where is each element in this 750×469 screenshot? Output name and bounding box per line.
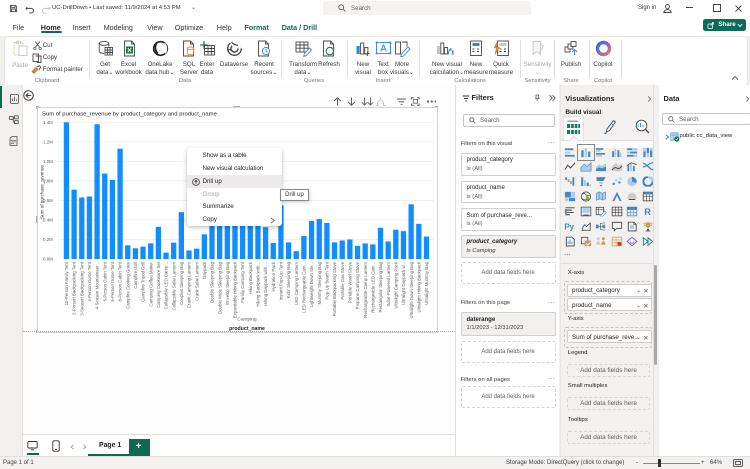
svg-text:Ultralight Daypack w...: Ultralight Daypack w... <box>401 262 406 305</box>
svg-text:Portable Backpacking Stove: Portable Backpacking Stove <box>332 261 337 316</box>
svg-text:Pop-Up Beach Tent: Pop-Up Beach Tent <box>324 261 329 299</box>
svg-text:1.2M: 1.2M <box>43 139 53 144</box>
svg-text:6-Person Dome Tent: 6-Person Dome Tent <box>110 261 115 302</box>
svg-text:Rechargeable Camp Lantern: Rechargeable Camp Lantern <box>363 261 368 317</box>
svg-text:4-Person Dome Tent: 4-Person Dome Tent <box>87 261 92 302</box>
svg-text:2-Person Backpacking Tent: 2-Person Backpacking Tent <box>72 261 77 315</box>
svg-text:Hydration Pack: Hydration Pack <box>271 261 276 291</box>
svg-text:Crank Solar Lantern: Crank Solar Lantern <box>194 261 199 300</box>
svg-text:Ultralight Camping Pack: Ultralight Camping Pack <box>393 261 398 308</box>
svg-text:Collapsible Solar Lantern: Collapsible Solar Lantern <box>171 261 176 310</box>
svg-text:LED Rechargeable Cam...: LED Rechargeable Cam... <box>302 262 307 313</box>
svg-text:Campfire Cooking Grate: Campfire Cooking Grate <box>125 261 130 308</box>
svg-text:Kids' Sleeping Bag: Kids' Sleeping Bag <box>286 261 291 298</box>
svg-text:10-Person Family Tent: 10-Person Family Tent <box>64 261 69 305</box>
svg-text:Camping: Camping <box>237 317 257 323</box>
svg-text:Crank Camping Lantern: Crank Camping Lantern <box>187 261 192 308</box>
svg-text:8-Person Cabin Tent: 8-Person Cabin Tent <box>118 261 123 301</box>
svg-text:Lightweight Down Sle...: Lightweight Down Sle... <box>309 262 314 307</box>
svg-text:Envelop Sleeping Bag: Envelop Sleeping Bag <box>225 261 230 304</box>
svg-text:Hiking Backpack: Hiking Backpack <box>248 261 253 294</box>
svg-text:Campfire Grill: Campfire Grill <box>133 262 138 289</box>
svg-text:Sum of purchase_revenue: Sum of purchase_revenue <box>40 165 45 219</box>
svg-text:Ultralight Mummy Bag: Ultralight Mummy Bag <box>424 261 429 304</box>
svg-text:LED Camping Lantern: LED Camping Lantern <box>294 261 299 305</box>
svg-text:Py: Py <box>565 222 575 231</box>
svg-text:Camping Coffee Maker: Camping Coffee Maker <box>148 261 153 306</box>
svg-text:Rectangular Sleeping Bag: Rectangular Sleeping Bag <box>378 261 383 312</box>
svg-text:0.2M: 0.2M <box>43 237 53 242</box>
svg-text:Hiking Backpack with...: Hiking Backpack with... <box>256 262 261 307</box>
svg-text:Campfire Tripod Grill: Campfire Tripod Grill <box>141 262 146 302</box>
svg-text:Couples Sleeping Bag: Couples Sleeping Bag <box>179 261 184 305</box>
svg-text:Double Sleeping Bag: Double Sleeping Bag <box>210 261 215 302</box>
svg-text:R: R <box>644 207 651 216</box>
svg-text:6-Person Cabin Tent: 6-Person Cabin Tent <box>102 261 107 301</box>
svg-text:0.6M: 0.6M <box>43 198 53 203</box>
svg-text:1.0M: 1.0M <box>43 159 53 164</box>
svg-text:Collapsible LED Camp...: Collapsible LED Camp... <box>164 262 169 309</box>
svg-text:Solar-Powered Lantern: Solar-Powered Lantern <box>386 261 391 306</box>
svg-text:1.4M: 1.4M <box>43 120 53 125</box>
svg-text:Propane Camping Stove: Propane Camping Stove <box>355 261 360 309</box>
svg-text:4-Season Mountaineer...: 4-Season Mountaineer... <box>95 262 100 309</box>
svg-text:Rechargeable LED Cam...: Rechargeable LED Cam... <box>370 262 375 313</box>
svg-text:Camping Cookware Set: Camping Cookware Set <box>156 261 161 308</box>
svg-text:Instant Pop-Up Tent: Instant Pop-Up Tent <box>279 261 284 300</box>
svg-text:0.8M: 0.8M <box>43 179 53 184</box>
svg-text:Sum of purchase_revenue by pro: Sum of purchase_revenue by product_categ… <box>42 112 218 118</box>
svg-text:Portable Gas Stove: Portable Gas Stove <box>340 261 345 299</box>
svg-text:0.4M: 0.4M <box>43 218 53 223</box>
svg-text:Family Camping Tent: Family Camping Tent <box>240 261 245 303</box>
svg-text:Daypack: Daypack <box>202 261 207 279</box>
svg-text:Ultralight Hiking Backpack: Ultralight Hiking Backpack <box>416 261 421 312</box>
svg-text:Ultralight Down Sleeping Bag: Ultralight Down Sleeping Bag <box>409 261 414 318</box>
svg-text:3-Season Backpacking Tent: 3-Season Backpacking Tent <box>79 261 84 316</box>
svg-text:Double Wide Sleeping Bag: Double Wide Sleeping Bag <box>217 261 222 314</box>
svg-text:Expandable Hiking Backpack: Expandable Hiking Backpack <box>233 261 238 318</box>
svg-text:Mummy Sleeping Bag: Mummy Sleeping Bag <box>317 261 322 304</box>
svg-text:Hiking Daypack with ...: Hiking Daypack with ... <box>263 262 268 306</box>
svg-text:0.0M: 0.0M <box>43 257 53 262</box>
svg-text:Portable Wood Stove: Portable Wood Stove <box>347 261 352 303</box>
